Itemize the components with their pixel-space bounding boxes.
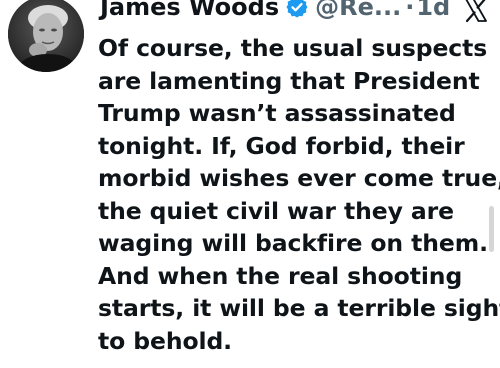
post-text-line: morbid wishes ever come true, xyxy=(98,164,500,192)
post-text-line: the quiet civil war they are xyxy=(98,196,454,225)
post-text-line: Of course, the usual suspects xyxy=(98,34,488,62)
post-text: Of course, the usual suspects are lament… xyxy=(98,32,500,357)
verified-badge-icon xyxy=(285,0,309,19)
post-text-line: to behold. xyxy=(98,326,232,355)
post-text-line: Trump wasn’t assassinated xyxy=(98,99,456,127)
author-name[interactable]: James Woods xyxy=(100,0,279,23)
post-text-line: starts, it will be a terrible sight xyxy=(98,294,500,322)
x-logo-icon[interactable] xyxy=(463,0,489,23)
avatar[interactable] xyxy=(8,0,84,72)
separator-dot: · xyxy=(405,0,415,21)
post-timestamp[interactable]: 1d xyxy=(416,0,450,23)
post-text-line: tonight. If, God forbid, their xyxy=(98,131,465,160)
scrollbar-thumb[interactable] xyxy=(489,206,494,252)
post: James Woods @Re... · 1d Of course, the u… xyxy=(0,0,500,368)
post-text-line: waging will backfire on them. xyxy=(98,229,488,257)
author-handle[interactable]: @Re... xyxy=(315,0,401,23)
post-text-line: are lamenting that President xyxy=(98,66,480,95)
post-text-line: And when the real shooting xyxy=(98,261,463,290)
post-header: James Woods @Re... · 1d xyxy=(100,0,450,23)
avatar-image xyxy=(8,0,84,72)
